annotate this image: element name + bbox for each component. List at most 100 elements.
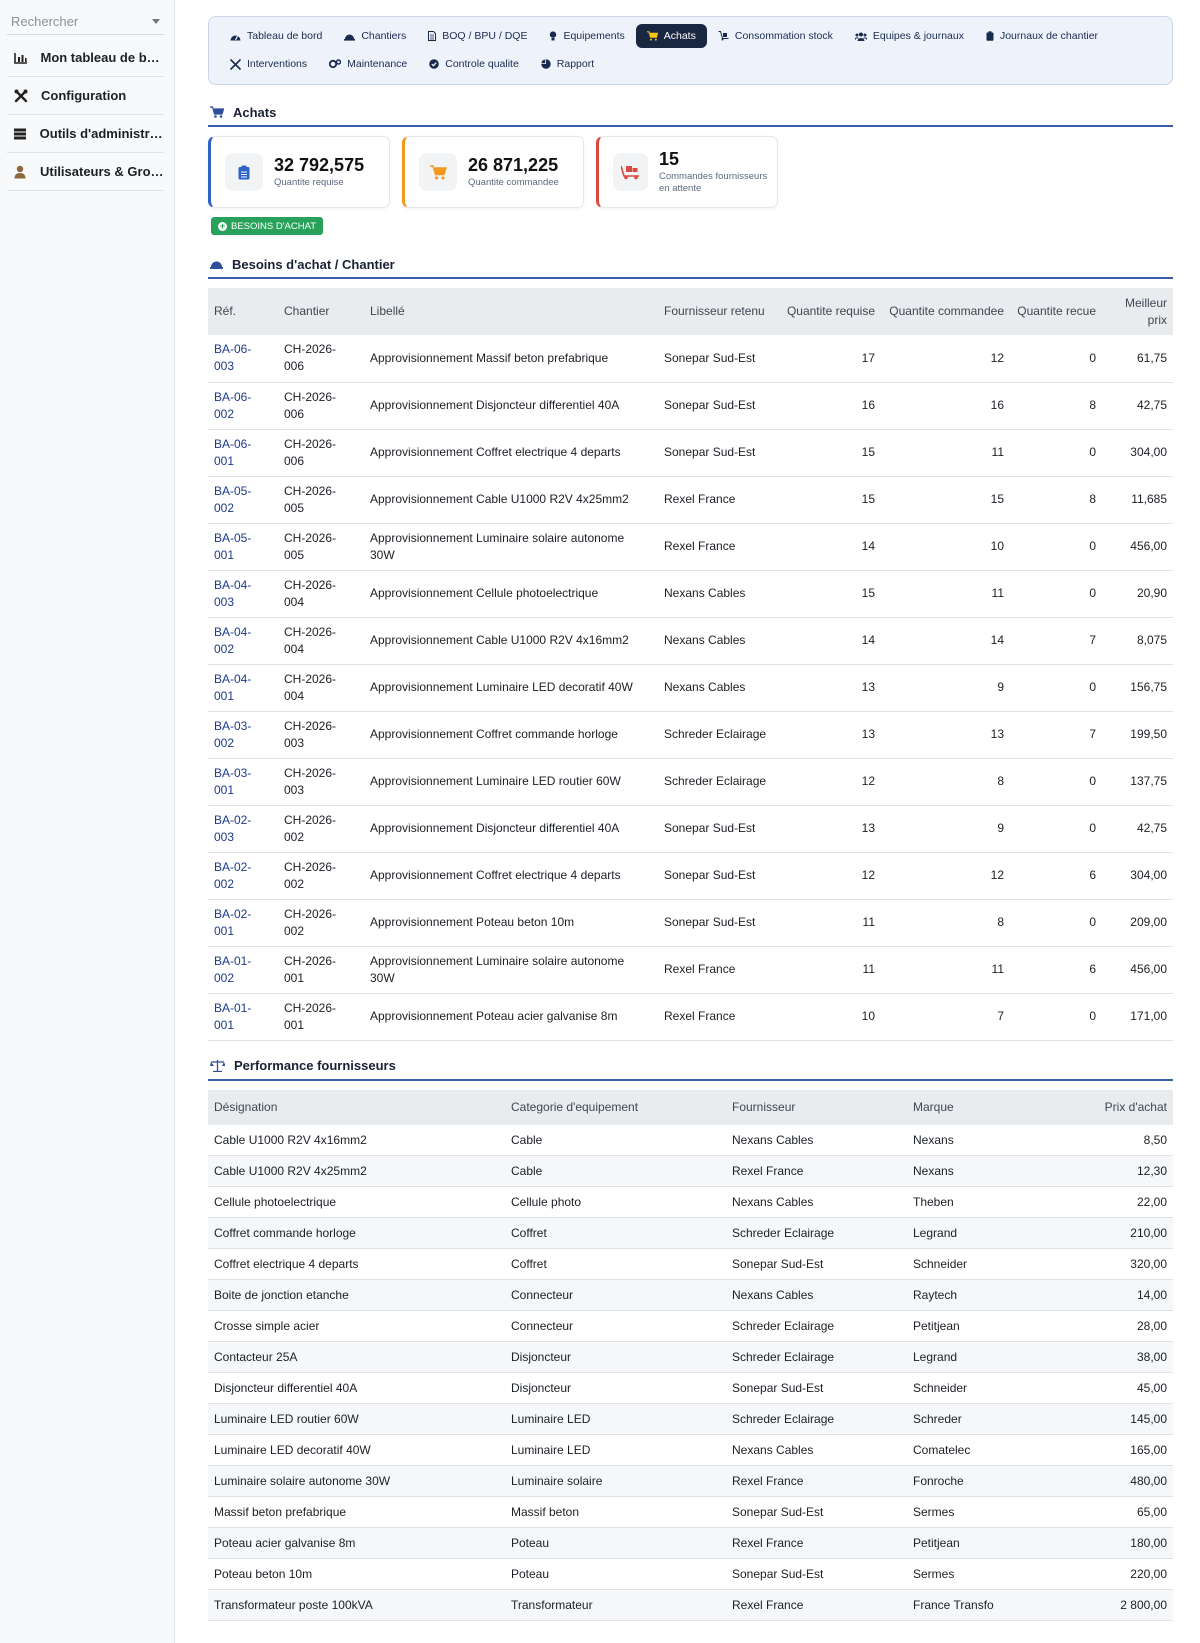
cell-marque: Petitjean — [907, 1310, 1046, 1342]
sidebar-item-users-groups[interactable]: Utilisateurs & Grou… — [7, 153, 164, 191]
table-row[interactable]: BA-04- 001 CH-2026- 004 Approvisionnement Lu… — [208, 664, 1173, 712]
cell-fournisseur: Nexans Cables — [658, 664, 776, 712]
header-quantite-commandee[interactable]: Quantite commandee — [881, 288, 1010, 335]
cell-ref[interactable]: BA-02- 003 — [208, 805, 278, 853]
table-row: Poteau beton 10m Poteau Sonepar Sud-Est Ser… — [208, 1558, 1173, 1590]
tab-equipes-journaux[interactable]: Equipes & journaux — [844, 24, 975, 48]
table-row[interactable]: BA-04- 002 CH-2026- 004 Approvisionnement Ca… — [208, 617, 1173, 665]
table-row: Luminaire solaire autonome 30W Luminaire … — [208, 1465, 1173, 1497]
dashboard-icon — [230, 35, 241, 40]
cell-ref[interactable]: BA-03- 002 — [208, 711, 278, 759]
cell-quantite-requise: 13 — [776, 711, 881, 759]
besoins-achat-button[interactable]: + BESOINS D'ACHAT — [211, 217, 324, 235]
cell-categorie: Coffret — [505, 1217, 726, 1249]
cell-ref[interactable]: BA-06- 001 — [208, 429, 278, 477]
tab-journaux-de-chantier[interactable]: Journaux de chantier — [975, 24, 1109, 48]
kpi-cards: 32 792,575 Quantite requise 26 871,225 Q… — [208, 136, 1173, 208]
table-row[interactable]: BA-05- 001 CH-2026- 005 Approvisionnement Lu… — [208, 523, 1173, 571]
cell-ref[interactable]: BA-06- 002 — [208, 382, 278, 430]
sidebar-item-configuration[interactable]: Configuration — [7, 77, 164, 115]
header-categorie[interactable]: Categorie d'equipement — [505, 1089, 726, 1125]
sidebar-item-dashboard[interactable]: Mon tableau de bord — [7, 39, 164, 77]
table-row: Transformateur poste 100kVA Transformateu… — [208, 1589, 1173, 1621]
tab-controle-qualite[interactable]: Controle qualite — [418, 52, 530, 76]
cell-fournisseur: Nexans Cables — [726, 1124, 907, 1156]
cell-quantite-recue: 8 — [1010, 476, 1102, 524]
cell-designation: Cable U1000 R2V 4x16mm2 — [208, 1124, 505, 1156]
table-row[interactable]: BA-06- 002 CH-2026- 006 Approvisionnement Di… — [208, 382, 1173, 430]
table-row[interactable]: BA-03- 001 CH-2026- 003 Approvisionnement Lu… — [208, 758, 1173, 806]
header-quantite-requise[interactable]: Quantite requise — [776, 288, 881, 335]
table-row[interactable]: BA-06- 003 CH-2026- 006 Approvisionnement Ma… — [208, 335, 1173, 383]
section-achats-header: Achats — [208, 99, 1173, 127]
table-row[interactable]: BA-04- 003 CH-2026- 004 Approvisionnement Ce… — [208, 570, 1173, 618]
search-select[interactable]: Rechercher — [7, 9, 164, 35]
cell-quantite-commandee: 14 — [881, 617, 1010, 665]
sidebar-item-admin-tools[interactable]: Outils d'administrat… — [7, 115, 164, 153]
cell-fournisseur: Nexans Cables — [658, 617, 776, 665]
tab-achats[interactable]: Achats — [635, 24, 707, 48]
sidebar-item-label: Utilisateurs & Grou… — [39, 164, 164, 179]
cell-ref[interactable]: BA-04- 001 — [208, 664, 278, 712]
cell-marque: Schneider — [907, 1248, 1046, 1280]
table-row[interactable]: BA-03- 002 CH-2026- 003 Approvisionnement Co… — [208, 711, 1173, 759]
tab-label: Equipements — [563, 30, 625, 42]
cell-marque: Petitjean — [907, 1527, 1046, 1559]
header-fournisseur[interactable]: Fournisseur — [726, 1089, 907, 1125]
header-prix-achat[interactable]: Prix d'achat — [1046, 1089, 1173, 1125]
cell-prix-achat: 12,30 — [1046, 1155, 1173, 1187]
header-meilleur-prix[interactable]: Meilleur prix — [1102, 288, 1173, 335]
cell-quantite-requise: 11 — [776, 946, 881, 994]
cell-designation: Massif beton prefabrique — [208, 1496, 505, 1528]
cell-ref[interactable]: BA-05- 001 — [208, 523, 278, 571]
cell-ref[interactable]: BA-02- 001 — [208, 899, 278, 947]
performance-table: Désignation Categorie d'equipement Fourn… — [208, 1089, 1173, 1621]
cell-designation: Transformateur poste 100kVA — [208, 1589, 505, 1621]
tab-boq[interactable]: BOQ / BPU / DQE — [417, 24, 538, 48]
cell-prix-achat: 65,00 — [1046, 1496, 1173, 1528]
cell-meilleur-prix: 171,00 — [1102, 993, 1173, 1041]
table-row[interactable]: BA-01- 001 CH-2026- 001 Approvisionnement Po… — [208, 993, 1173, 1041]
cell-ref[interactable]: BA-04- 002 — [208, 617, 278, 665]
tab-chantiers[interactable]: Chantiers — [333, 24, 417, 48]
table-row[interactable]: BA-06- 001 CH-2026- 006 Approvisionnement Co… — [208, 429, 1173, 477]
tab-interventions[interactable]: Interventions — [219, 52, 318, 76]
sidebar-item-label: Outils d'administrat… — [39, 126, 164, 141]
header-chantier[interactable]: Chantier — [278, 288, 364, 335]
cell-ref[interactable]: BA-01- 002 — [208, 946, 278, 994]
clipboard-icon — [986, 31, 994, 41]
cell-ref[interactable]: BA-06- 003 — [208, 335, 278, 383]
tab-rapport[interactable]: Rapport — [530, 52, 605, 76]
tab-equipements[interactable]: Equipements — [538, 24, 635, 48]
cell-quantite-requise: 13 — [776, 805, 881, 853]
cell-quantite-recue: 0 — [1010, 335, 1102, 383]
main-content: Tableau de bord Chantiers BOQ / BPU / DQ… — [208, 16, 1173, 1621]
header-quantite-recue[interactable]: Quantite recue — [1010, 288, 1102, 335]
header-libelle[interactable]: Libellé — [364, 288, 658, 335]
table-row[interactable]: BA-02- 003 CH-2026- 002 Approvisionnement Di… — [208, 805, 1173, 853]
cell-ref[interactable]: BA-05- 002 — [208, 476, 278, 524]
tab-label: BOQ / BPU / DQE — [442, 30, 528, 42]
cell-quantite-commandee: 10 — [881, 523, 1010, 571]
cell-ref[interactable]: BA-01- 001 — [208, 993, 278, 1041]
table-row[interactable]: BA-01- 002 CH-2026- 001 Approvisionnement Lu… — [208, 946, 1173, 994]
cell-quantite-commandee: 9 — [881, 805, 1010, 853]
tab-consommation-stock[interactable]: Consommation stock — [707, 24, 844, 48]
table-row: Cable U1000 R2V 4x25mm2 Cable Rexel France… — [208, 1155, 1173, 1187]
header-ref[interactable]: Réf. — [208, 288, 278, 335]
cell-ref[interactable]: BA-04- 003 — [208, 570, 278, 618]
cell-ref[interactable]: BA-03- 001 — [208, 758, 278, 806]
table-row[interactable]: BA-02- 001 CH-2026- 002 Approvisionnement Po… — [208, 899, 1173, 947]
cell-designation: Cable U1000 R2V 4x25mm2 — [208, 1155, 505, 1187]
tab-maintenance[interactable]: Maintenance — [318, 52, 418, 76]
header-marque[interactable]: Marque — [907, 1089, 1046, 1125]
table-row[interactable]: BA-02- 002 CH-2026- 002 Approvisionnement Co… — [208, 852, 1173, 900]
table-row[interactable]: BA-05- 002 CH-2026- 005 Approvisionnement Ca… — [208, 476, 1173, 524]
header-designation[interactable]: Désignation — [208, 1089, 505, 1125]
cell-categorie: Connecteur — [505, 1279, 726, 1311]
cell-chantier: CH-2026- 006 — [278, 335, 364, 383]
header-fournisseur[interactable]: Fournisseur retenu — [658, 288, 776, 335]
tab-tableau-de-bord[interactable]: Tableau de bord — [219, 24, 333, 48]
chevron-down-icon[interactable] — [152, 19, 160, 24]
cell-ref[interactable]: BA-02- 002 — [208, 852, 278, 900]
